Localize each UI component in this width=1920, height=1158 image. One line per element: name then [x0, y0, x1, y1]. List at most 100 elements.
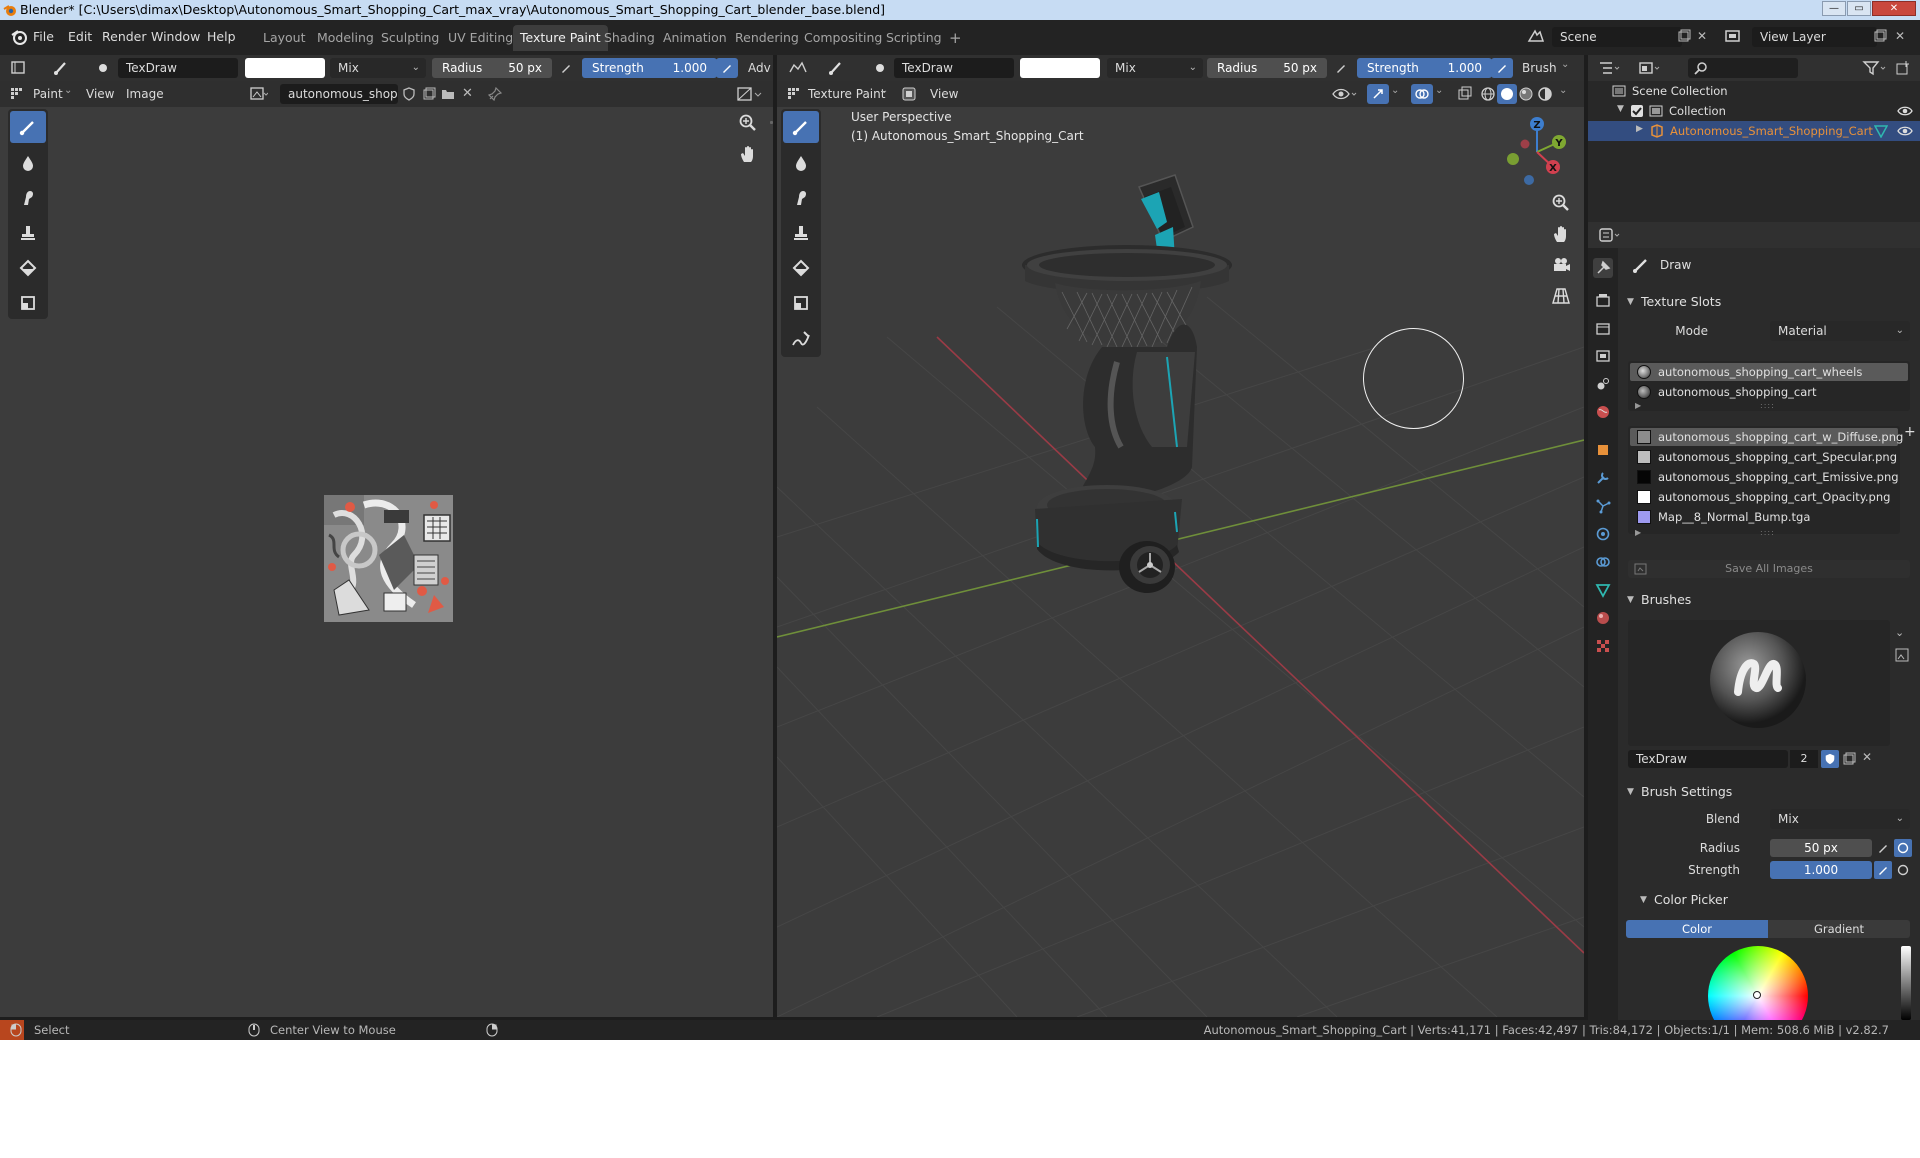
fake-user-shield-icon[interactable] — [402, 87, 416, 101]
render-tab-icon[interactable] — [1593, 290, 1613, 310]
mask-tool-button[interactable] — [10, 287, 46, 319]
brush-settings-panel-header[interactable]: ▼ Brush Settings — [1623, 780, 1915, 804]
tab-layout[interactable]: Layout — [256, 25, 313, 51]
tab-uv-editing[interactable]: UV Editing — [441, 25, 520, 51]
viewport-strength-slider[interactable]: Strength 1.000 — [1357, 58, 1492, 78]
annotate-tool-button[interactable] — [783, 323, 819, 355]
unlink-brush-icon[interactable]: ✕ — [1862, 750, 1872, 764]
overlays-toggle-icon[interactable] — [1411, 84, 1433, 104]
image-editor-area[interactable] — [0, 107, 773, 1017]
paint-mode-icon[interactable] — [10, 87, 24, 101]
collection-visibility-eye-icon[interactable] — [1897, 104, 1913, 118]
viewport-fill-tool-button[interactable] — [783, 252, 819, 284]
image-slot-emissive[interactable]: autonomous_shopping_cart_Emissive.png — [1630, 468, 1899, 486]
camera-view-icon[interactable] — [1547, 251, 1575, 279]
list-expand-icon[interactable]: ▶ — [1635, 401, 1641, 410]
blend-dropdown[interactable]: Mix ⌄ — [330, 58, 426, 78]
tab-compositing[interactable]: Compositing — [797, 25, 889, 51]
solid-shading-icon[interactable] — [1497, 84, 1517, 104]
texture-tab-icon[interactable] — [1593, 636, 1613, 656]
viewport-soften-tool-button[interactable] — [783, 147, 819, 179]
brush-list-chevron-icon[interactable]: ⌄ — [1895, 626, 1904, 639]
zoom-image-icon[interactable] — [734, 109, 762, 137]
draw-tool-button[interactable] — [10, 111, 46, 143]
mask-toggle-icon[interactable] — [901, 86, 917, 102]
remove-scene-icon[interactable]: ✕ — [1697, 29, 1707, 43]
viewport-brush-color-swatch[interactable] — [1020, 58, 1100, 78]
viewport-clone-tool-button[interactable] — [783, 217, 819, 249]
gradient-tab[interactable]: Gradient — [1768, 920, 1910, 938]
navigation-gizmo[interactable]: Z Y X — [1497, 112, 1577, 192]
brush-radius-slider[interactable]: 50 px — [1770, 839, 1872, 857]
menu-file[interactable]: File — [33, 29, 54, 44]
particles-tab-icon[interactable] — [1593, 496, 1613, 516]
image-browse-icon[interactable] — [250, 86, 268, 102]
close-window-button[interactable]: ✕ — [1872, 1, 1916, 16]
wireframe-shading-icon[interactable] — [1480, 86, 1496, 102]
image-view-menu[interactable]: View — [86, 87, 114, 101]
outliner-editor-type-icon[interactable] — [1598, 60, 1622, 76]
outliner-row-scene-collection[interactable]: Scene Collection — [1588, 81, 1920, 101]
smear-tool-button[interactable] — [10, 182, 46, 214]
tab-texture-paint[interactable]: Texture Paint — [513, 25, 608, 51]
brush-radius-unit-icon[interactable] — [1894, 839, 1912, 857]
viewport-mask-tool-button[interactable] — [783, 287, 819, 319]
editor-type-icon[interactable] — [8, 58, 30, 78]
viewport-blend-dropdown[interactable]: Mix ⌄ — [1107, 58, 1203, 78]
tab-shading[interactable]: Shading — [597, 25, 662, 51]
clone-tool-button[interactable] — [10, 217, 46, 249]
brush-browse-icon[interactable] — [1895, 648, 1909, 662]
outliner-filter-icon[interactable] — [1862, 60, 1888, 76]
remove-view-layer-icon[interactable]: ✕ — [1895, 29, 1905, 43]
brush-strength-pressure-icon[interactable] — [1874, 861, 1892, 879]
menu-window[interactable]: Window — [151, 29, 200, 44]
pan-image-hand-icon[interactable] — [734, 140, 762, 168]
duplicate-brush-icon[interactable] — [1842, 752, 1856, 766]
tab-animation[interactable]: Animation — [656, 25, 734, 51]
image-menu[interactable]: Image — [126, 87, 164, 101]
collection-expand-icon[interactable]: ▼ — [1617, 104, 1624, 114]
3d-viewport-area[interactable]: User Perspective (1) Autonomous_Smart_Sh… — [777, 107, 1584, 1017]
image-slot-normal[interactable]: Map__8_Normal_Bump.tga — [1630, 508, 1898, 526]
scene-icon[interactable] — [1527, 28, 1545, 44]
rendered-shading-icon[interactable] — [1537, 86, 1553, 102]
minimize-button[interactable]: — — [1822, 1, 1846, 16]
viewport-zoom-icon[interactable] — [1547, 189, 1575, 217]
xray-toggle-icon[interactable] — [1457, 86, 1473, 102]
object-mesh-data-icon[interactable] — [1874, 124, 1888, 138]
viewport-view-menu[interactable]: View — [930, 87, 958, 101]
viewport-draw-tool-button[interactable] — [783, 111, 819, 143]
scene-tab-icon[interactable] — [1593, 374, 1613, 394]
slot-mode-dropdown[interactable]: Material ⌄ — [1770, 321, 1910, 341]
tab-scripting[interactable]: Scripting — [879, 25, 949, 51]
material-shading-icon[interactable] — [1518, 86, 1534, 102]
open-image-icon[interactable] — [441, 87, 455, 101]
save-all-images-button[interactable]: Save All Images — [1628, 560, 1910, 578]
tab-modeling[interactable]: Modeling — [310, 25, 381, 51]
viewport-brush-icon[interactable] — [825, 58, 847, 78]
texture-paint-mode-icon[interactable] — [787, 87, 801, 101]
strength-pressure-icon[interactable] — [716, 58, 738, 78]
viewport-brush-name-field[interactable]: TexDraw — [894, 58, 1014, 78]
pin-icon[interactable] — [488, 87, 502, 101]
brush-strength-unified-icon[interactable] — [1894, 861, 1912, 879]
display-channels-icon[interactable] — [737, 86, 765, 102]
object-expand-icon[interactable]: ▶ — [1636, 124, 1643, 134]
menu-render[interactable]: Render — [102, 29, 147, 44]
viewport-editor-type-icon[interactable] — [787, 58, 809, 78]
paint-mode-menu[interactable]: Paint — [33, 87, 63, 101]
constraints-tab-icon[interactable] — [1593, 552, 1613, 572]
brush-menu[interactable]: Brush — [1522, 61, 1557, 75]
object-tab-icon[interactable] — [1593, 440, 1613, 460]
object-data-tab-icon[interactable] — [1593, 580, 1613, 600]
outliner-row-object[interactable]: ▶ Autonomous_Smart_Shopping_Cart — [1588, 121, 1920, 141]
advanced-menu[interactable]: Adv — [748, 61, 771, 75]
radius-slider[interactable]: Radius 50 px — [432, 58, 552, 78]
display-mode-icon[interactable] — [1638, 60, 1662, 76]
visibility-eye-icon[interactable] — [1332, 86, 1358, 102]
new-view-layer-icon[interactable] — [1873, 29, 1887, 43]
brush-datablock-field[interactable]: TexDraw — [1628, 750, 1788, 768]
menu-edit[interactable]: Edit — [68, 29, 92, 44]
image-list-resize-handle[interactable]: :::: — [1760, 528, 1775, 537]
brushes-panel-header[interactable]: ▼ Brushes — [1623, 588, 1915, 612]
